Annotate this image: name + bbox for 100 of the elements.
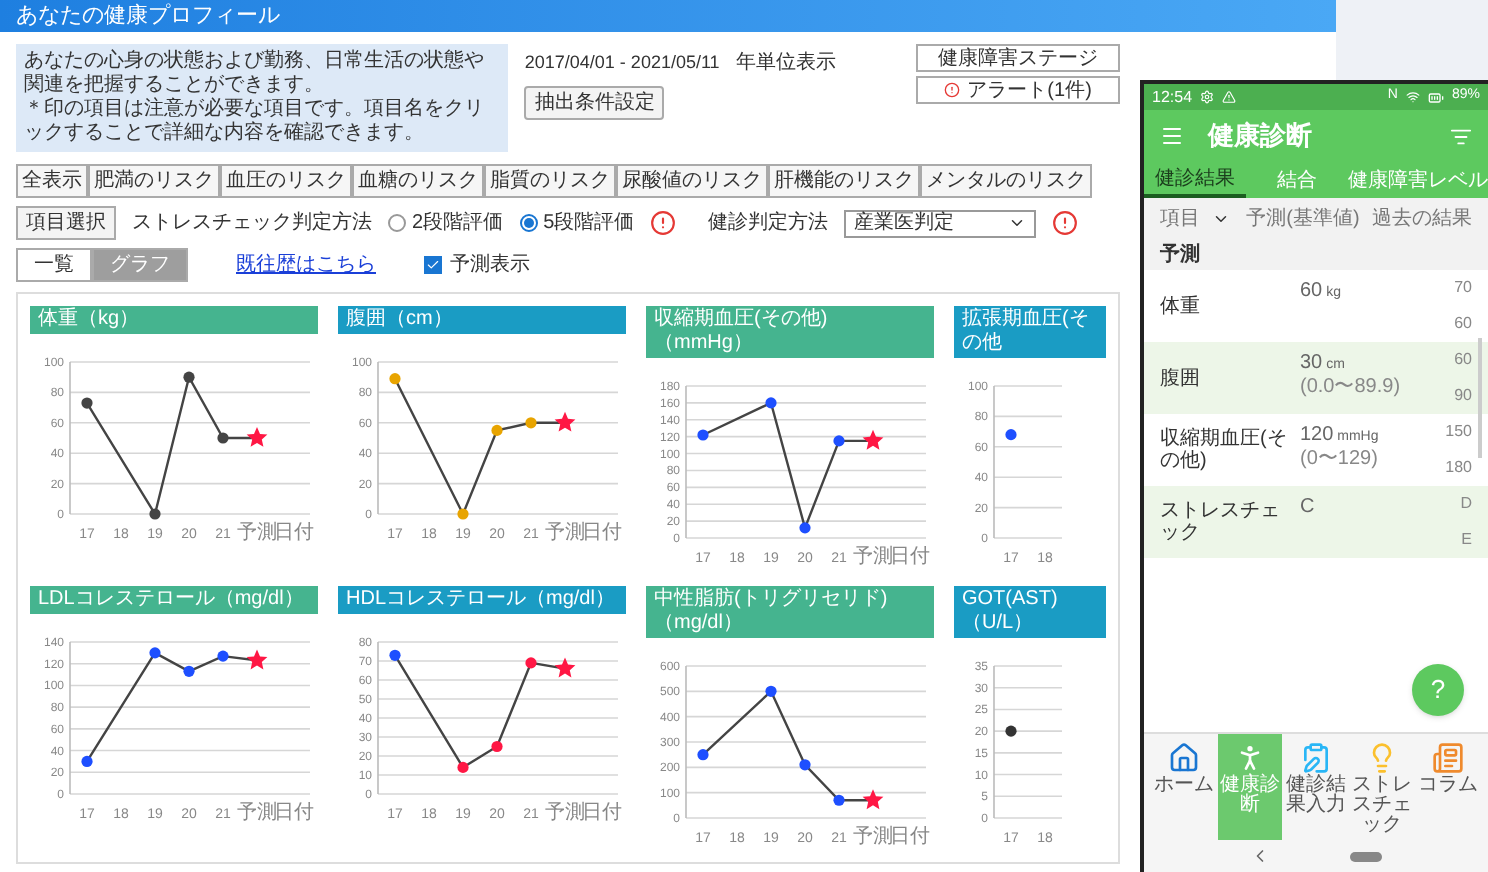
data-point (491, 740, 503, 753)
axis-title: 日付 (274, 802, 314, 824)
data-point (389, 649, 401, 661)
history-link[interactable]: 既往歴はこちら (236, 250, 376, 280)
axis-title: 日付 (890, 826, 930, 848)
past-value: E (1461, 528, 1472, 552)
data-point (457, 508, 469, 520)
risk-filter-button[interactable]: 肝機能のリスク (768, 164, 920, 198)
alert-icon (1052, 210, 1079, 236)
section-header: 予測 (1144, 238, 1488, 270)
axis-label: 予測 (545, 802, 585, 824)
view-tab[interactable]: 一覧 (16, 248, 92, 282)
checkup-method-select[interactable]: 産業医判定 (844, 209, 1037, 237)
data-point (149, 508, 161, 520)
nav-item[interactable]: 健診結果入力 (1284, 734, 1348, 840)
house-icon (1168, 742, 1200, 774)
column-header: 予測(基準値) (1246, 205, 1360, 233)
chart-title: 拡張期血圧(その他 (954, 306, 1106, 358)
settings-icon (1200, 90, 1215, 104)
risk-filter-button[interactable]: メンタルのリスク (920, 164, 1092, 198)
unit-label: 年単位表示 (735, 49, 836, 78)
alert-button[interactable]: アラート(1件) (915, 76, 1121, 104)
alert-icon (943, 82, 960, 98)
axis-label: 予測 (237, 522, 277, 544)
data-point (1005, 429, 1017, 441)
item-name: 体重 (1160, 295, 1202, 317)
chart-title: HDLコレステロール（mg/dl） (338, 586, 626, 614)
radio-option[interactable]: 2段階評価 (388, 208, 504, 238)
data-point (833, 435, 845, 447)
radio-option[interactable]: 5段階評価 (519, 208, 635, 238)
nav-item[interactable]: ストレスチェック (1350, 734, 1414, 840)
forecast-checkbox[interactable]: 予測表示 (424, 250, 530, 280)
info-text: あなたの心身の状態および勤務、日常生活の状態や関連を把握することができます。 (24, 50, 486, 97)
nav-item[interactable]: ホーム (1152, 734, 1216, 840)
data-point (183, 665, 195, 677)
data-point (217, 432, 229, 444)
risk-filter-button[interactable]: 血圧のリスク (220, 164, 352, 198)
data-point (389, 373, 401, 385)
data-point (799, 759, 811, 771)
prediction-star (246, 649, 268, 670)
stress-method-label: ストレスチェック判定方法 (132, 209, 372, 238)
data-point (833, 794, 845, 806)
data-point (799, 522, 811, 534)
data-point (525, 417, 537, 429)
battery-icon (1427, 89, 1444, 105)
data-point (765, 397, 777, 409)
risk-filter-button[interactable]: 脂質のリスク (484, 164, 616, 198)
data-point (1005, 725, 1017, 737)
scrollbar[interactable] (1478, 338, 1482, 458)
axis-title: 日付 (274, 522, 314, 544)
column-header: 項目 (1160, 205, 1200, 233)
data-point (183, 371, 195, 383)
chart-title: GOT(AST)（U/L） (954, 586, 1106, 638)
newspaper-icon (1432, 742, 1464, 774)
past-value: 90 (1454, 384, 1472, 408)
window-title: あなたの健康プロフィール (0, 0, 1336, 32)
past-value: 70 (1454, 276, 1472, 300)
risk-filter-button[interactable]: 全表示 (16, 164, 88, 198)
risk-filter-button[interactable]: 尿酸値のリスク (616, 164, 768, 198)
sort-button[interactable] (1450, 125, 1472, 147)
data-point (525, 657, 537, 669)
prediction-star (554, 411, 576, 432)
prediction-star (554, 657, 576, 678)
data-point (491, 424, 503, 436)
item-select-button[interactable]: 項目選択 (16, 206, 116, 240)
risk-filter-button[interactable]: 肥満のリスク (88, 164, 220, 198)
filter-settings-button[interactable]: 抽出条件設定 (524, 86, 665, 120)
data-point (81, 397, 93, 409)
clipboard-icon (1300, 742, 1332, 774)
checkbox[interactable] (424, 256, 442, 274)
radio-button[interactable] (519, 214, 538, 232)
past-value: 150 (1445, 420, 1472, 444)
app-title: 健康診断 (1208, 118, 1312, 155)
item-name: ストレスチェック (1160, 500, 1282, 544)
data-point (149, 647, 161, 659)
axis-label: 予測 (237, 802, 277, 824)
chart-title: 収縮期血圧(その他)（mmHg） (646, 306, 934, 358)
item-name: 腹囲 (1160, 367, 1202, 389)
data-point (697, 749, 709, 761)
result-row[interactable]: ストレスチェック C D E (1144, 486, 1488, 558)
menu-button[interactable] (1160, 124, 1184, 148)
caret-icon (1008, 214, 1027, 232)
axis-title: 日付 (582, 522, 622, 544)
past-value: 60 (1454, 312, 1472, 336)
data-point (81, 755, 93, 768)
predicted-value: C (1300, 494, 1317, 522)
prediction-star (862, 789, 884, 810)
checkup-method-label: 健診判定方法 (708, 209, 829, 238)
home-button[interactable] (1350, 851, 1382, 861)
column-header: 過去の結果 (1371, 205, 1472, 233)
radio-button[interactable] (388, 214, 406, 232)
info-text: ＊印の項目は注意が必要な項目です。項目名をクリックすることで詳細な内容を確認できます。 (24, 98, 486, 146)
date-range: 2017/04/01 - 2021/05/11 (524, 49, 720, 76)
prediction-star (862, 429, 884, 450)
past-value: D (1460, 492, 1472, 516)
axis-label: 予測 (545, 522, 585, 544)
data-point (765, 685, 777, 697)
risk-filter-button[interactable]: 血糖のリスク (352, 164, 484, 198)
nav-item[interactable]: コラム (1416, 734, 1480, 840)
stage-button[interactable]: 健康障害ステージ (915, 44, 1121, 72)
